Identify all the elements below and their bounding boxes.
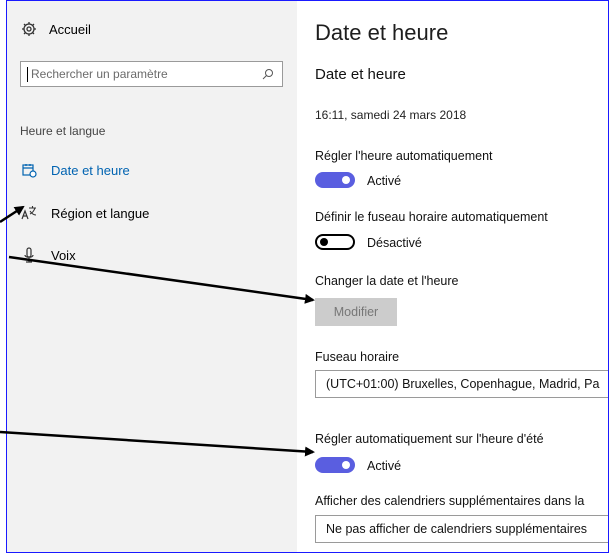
search-placeholder: Rechercher un paramètre: [31, 67, 168, 81]
dst-state: Activé: [367, 459, 402, 473]
home-label: Accueil: [49, 21, 91, 37]
gear-icon: [22, 22, 36, 36]
sidebar-section-title: Heure et langue: [20, 124, 106, 138]
page-title: Date et heure: [315, 20, 449, 45]
toggle-knob: [320, 238, 328, 246]
search-icon: [262, 69, 273, 80]
main-panel: Date et heure Date et heure 16:11, samed…: [297, 1, 608, 552]
auto-timezone-state: Désactivé: [367, 236, 422, 250]
calendar-clock-icon: [22, 164, 37, 178]
dst-label: Régler automatiquement sur l'heure d'été: [315, 432, 544, 446]
text-caret: [27, 66, 28, 82]
dst-toggle[interactable]: [315, 457, 355, 473]
home-link[interactable]: Accueil: [21, 21, 91, 37]
search-input[interactable]: Rechercher un paramètre: [20, 61, 283, 87]
settings-window: Accueil Rechercher un paramètre Heure et…: [6, 0, 609, 553]
modify-button[interactable]: Modifier: [315, 298, 397, 326]
timezone-label: Fuseau horaire: [315, 350, 400, 364]
sidebar-item-label: Date et heure: [51, 162, 130, 178]
sidebar: Accueil Rechercher un paramètre Heure et…: [7, 1, 297, 552]
auto-time-state: Activé: [367, 174, 402, 188]
calendars-select[interactable]: Ne pas afficher de calendriers supplémen…: [315, 515, 608, 543]
current-time: 16:11, samedi 24 mars 2018: [315, 108, 467, 122]
calendars-label: Afficher des calendriers supplémentaires…: [315, 494, 585, 508]
auto-time-toggle[interactable]: [315, 172, 355, 188]
sidebar-item-voice[interactable]: Voix: [21, 247, 76, 263]
timezone-select[interactable]: (UTC+01:00) Bruxelles, Copenhague, Madri…: [315, 370, 608, 398]
sidebar-item-label: Région et langue: [51, 205, 150, 221]
sidebar-item-region-language[interactable]: Région et langue: [21, 205, 149, 221]
language-icon: [21, 206, 37, 220]
auto-time-label: Régler l'heure automatiquement: [315, 149, 493, 163]
section-title: Date et heure: [315, 66, 406, 83]
change-datetime-label: Changer la date et l'heure: [315, 274, 459, 288]
microphone-icon: [24, 247, 34, 263]
sidebar-item-label: Voix: [51, 247, 76, 263]
auto-timezone-label: Définir le fuseau horaire automatiquemen…: [315, 210, 548, 224]
sidebar-item-date-time[interactable]: Date et heure: [21, 162, 130, 178]
toggle-knob: [342, 176, 350, 184]
toggle-knob: [342, 461, 350, 469]
auto-timezone-toggle[interactable]: [315, 234, 355, 250]
